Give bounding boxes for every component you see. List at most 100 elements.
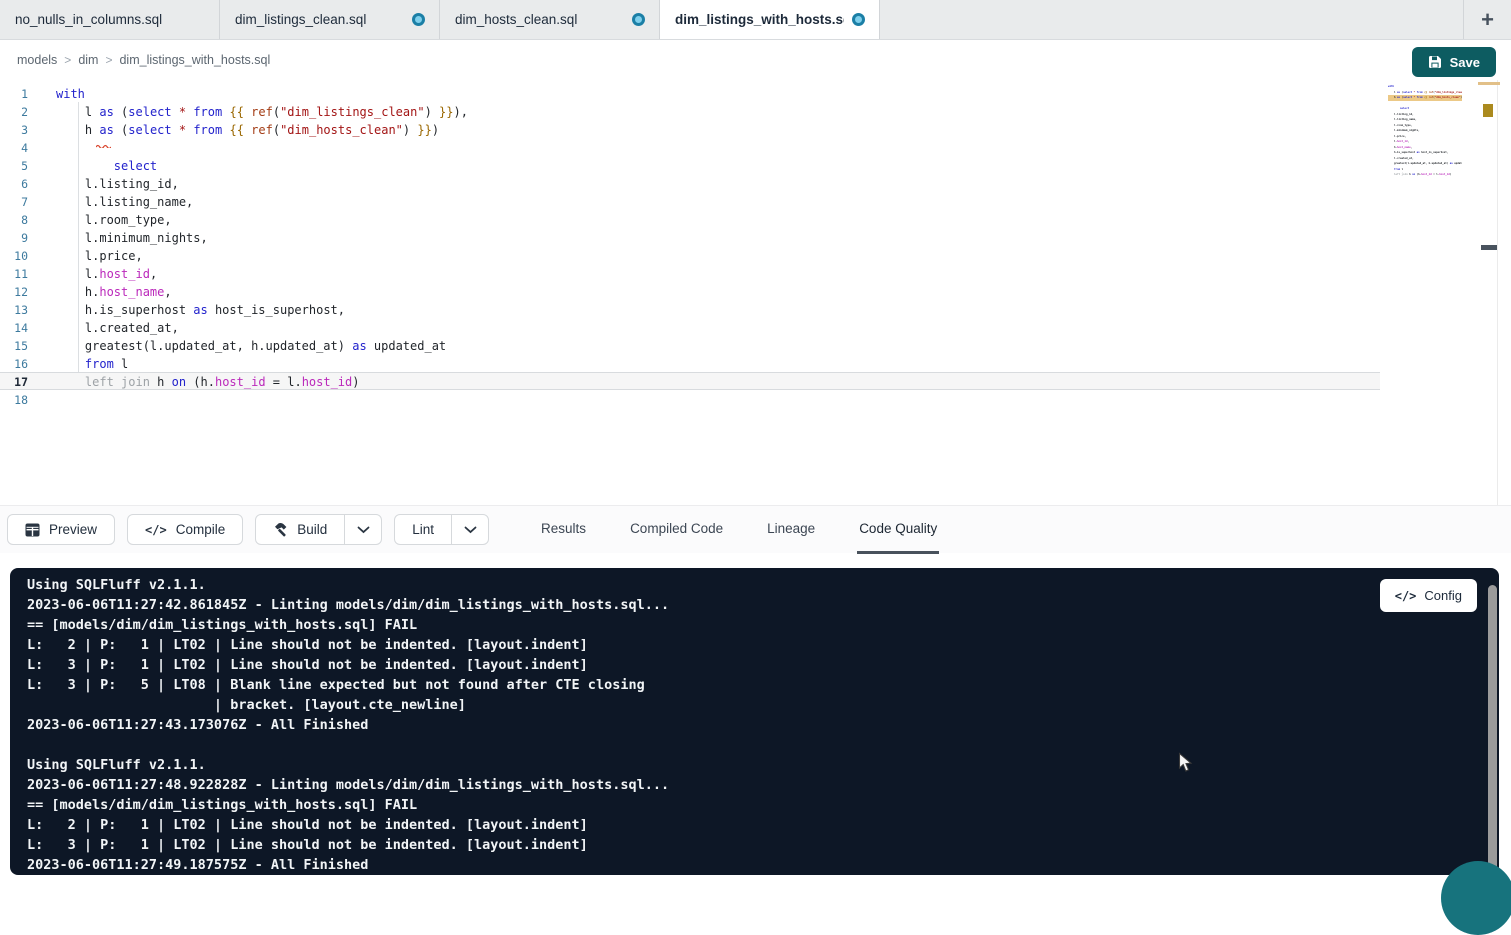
minimap-line: greatest(l.updated_at, h.updated_at) as … [1388,161,1462,167]
minimap-line: h as (select * from {{ ref("dim_hosts_cl… [1388,95,1462,101]
code-text: l.room_type, [28,211,172,227]
build-split-button: Build [255,514,382,545]
preview-button[interactable]: Preview [7,514,115,545]
panel-tab-lineage[interactable]: Lineage [765,506,817,554]
code-lines: 1with2 l as (select * from {{ ref("dim_l… [0,84,1380,408]
terminal-line: L: 3 | P: 1 | LT02 | Line should not be … [27,655,1499,675]
code-text: l.minimum_nights, [28,229,208,245]
breadcrumb-bar: models>dim>dim_listings_with_hosts.sql S… [0,40,1511,80]
code-line: 18 [0,390,1380,408]
terminal-line: == [models/dim/dim_listings_with_hosts.s… [27,615,1499,635]
tab-dim_listings_with_hosts.sql[interactable]: dim_listings_with_hosts.sql [660,0,880,39]
code-line: 4 [0,138,1380,156]
line-number: 1 [0,85,28,101]
code-line: 9 l.minimum_nights, [0,228,1380,246]
save-button[interactable]: Save [1412,47,1496,77]
new-tab-button[interactable]: + [1463,0,1511,39]
code-text [28,139,56,155]
panel-tab-compiled-code[interactable]: Compiled Code [628,506,725,554]
terminal-line: Using SQLFluff v2.1.1. [27,755,1499,775]
lint-dropdown-button[interactable] [452,515,488,544]
code-brackets-icon: </> [1395,589,1417,603]
minimap[interactable]: with l as (select * from {{ ref("dim_lis… [1388,84,1462,183]
line-number: 12 [0,283,28,299]
lint-output-terminal[interactable]: Using SQLFluff v2.1.1. 2023-06-06T11:27:4… [10,568,1499,875]
breadcrumb: models>dim>dim_listings_with_hosts.sql [15,53,272,67]
tab-label: dim_listings_with_hosts.sql [675,12,844,27]
code-text: l.created_at, [28,319,179,335]
panel-tab-results[interactable]: Results [539,506,588,554]
terminal-line: L: 2 | P: 1 | LT02 | Line should not be … [27,815,1499,835]
code-line: 10 l.price, [0,246,1380,264]
ruler-warning-marker [1483,104,1493,117]
code-line: 15 greatest(l.updated_at, h.updated_at) … [0,336,1380,354]
terminal-line: == [models/dim/dim_listings_with_hosts.s… [27,795,1499,815]
chevron-down-icon [464,526,477,534]
breadcrumb-item[interactable]: models [15,53,59,67]
code-text: l.host_id, [28,265,157,281]
ruler-cursor-marker [1481,245,1497,250]
line-number: 15 [0,337,28,353]
build-label: Build [297,522,327,537]
breadcrumb-separator-icon: > [59,53,76,67]
compile-button[interactable]: </> Compile [127,514,243,545]
tab-dim_hosts_clean.sql[interactable]: dim_hosts_clean.sql [440,0,660,39]
line-number: 18 [0,391,28,407]
code-text: h as (select * from {{ ref("dim_hosts_cl… [28,121,439,137]
line-number: 3 [0,121,28,137]
code-brackets-icon: </> [145,523,167,537]
line-number: 8 [0,211,28,227]
code-text: l.price, [28,247,143,263]
lint-label: Lint [412,522,434,537]
minimap-line [1388,178,1462,184]
breadcrumb-item[interactable]: dim_listings_with_hosts.sql [117,53,272,67]
terminal-line: L: 2 | P: 1 | LT02 | Line should not be … [27,635,1499,655]
code-text: with [28,85,85,101]
build-button[interactable]: Build [256,515,345,544]
config-button[interactable]: </> Config [1380,579,1477,612]
config-label: Config [1424,588,1462,603]
line-number: 14 [0,319,28,335]
line-number: 9 [0,229,28,245]
terminal-scrollbar[interactable] [1488,585,1497,875]
code-text: left join h on (h.host_id = l.host_id) [28,373,360,389]
line-number: 10 [0,247,28,263]
code-text [28,391,56,407]
terminal-line: 2023-06-06T11:27:43.173076Z - All Finish… [27,715,1499,735]
help-bubble-button[interactable] [1441,861,1511,935]
code-line: 16 from l [0,354,1380,372]
modified-dot-icon [412,13,425,26]
code-line: 5 select [0,156,1380,174]
terminal-line: | bracket. [layout.cte_newline] [27,695,1499,715]
panel-tab-code-quality[interactable]: Code Quality [857,506,939,554]
code-line: 12 h.host_name, [0,282,1380,300]
line-number: 13 [0,301,28,317]
panel-tab-bar: Results Compiled Code Lineage Code Quality [539,506,979,554]
code-text: l as (select * from {{ ref("dim_listings… [28,103,468,119]
modified-dot-icon [852,13,865,26]
tab-label: no_nulls_in_columns.sql [15,12,162,27]
code-editor[interactable]: 1with2 l as (select * from {{ ref("dim_l… [0,80,1511,505]
tab-dim_listings_clean.sql[interactable]: dim_listings_clean.sql [220,0,440,39]
code-line: 1with [0,84,1380,102]
line-number: 7 [0,193,28,209]
modified-dot-icon [632,13,645,26]
build-dropdown-button[interactable] [345,515,381,544]
code-line: 17 left join h on (h.host_id = l.host_id… [0,372,1380,390]
preview-label: Preview [49,522,97,537]
overview-ruler[interactable] [1497,80,1511,505]
line-number: 6 [0,175,28,191]
minimap-line: left join h on (h.host_id = l.host_id) [1388,172,1462,178]
code-line: 3 h as (select * from {{ ref("dim_hosts_… [0,120,1380,138]
line-number: 5 [0,157,28,173]
lint-button[interactable]: Lint [395,515,452,544]
breadcrumb-item[interactable]: dim [76,53,100,67]
floppy-disk-icon [1428,55,1442,69]
code-text: h.host_name, [28,283,172,299]
tab-no_nulls_in_columns.sql[interactable]: no_nulls_in_columns.sql [0,0,220,39]
code-text: from l [28,355,128,371]
code-text: l.listing_name, [28,193,193,209]
tab-label: dim_hosts_clean.sql [455,12,577,27]
line-number: 17 [0,373,28,389]
breadcrumb-separator-icon: > [100,53,117,67]
